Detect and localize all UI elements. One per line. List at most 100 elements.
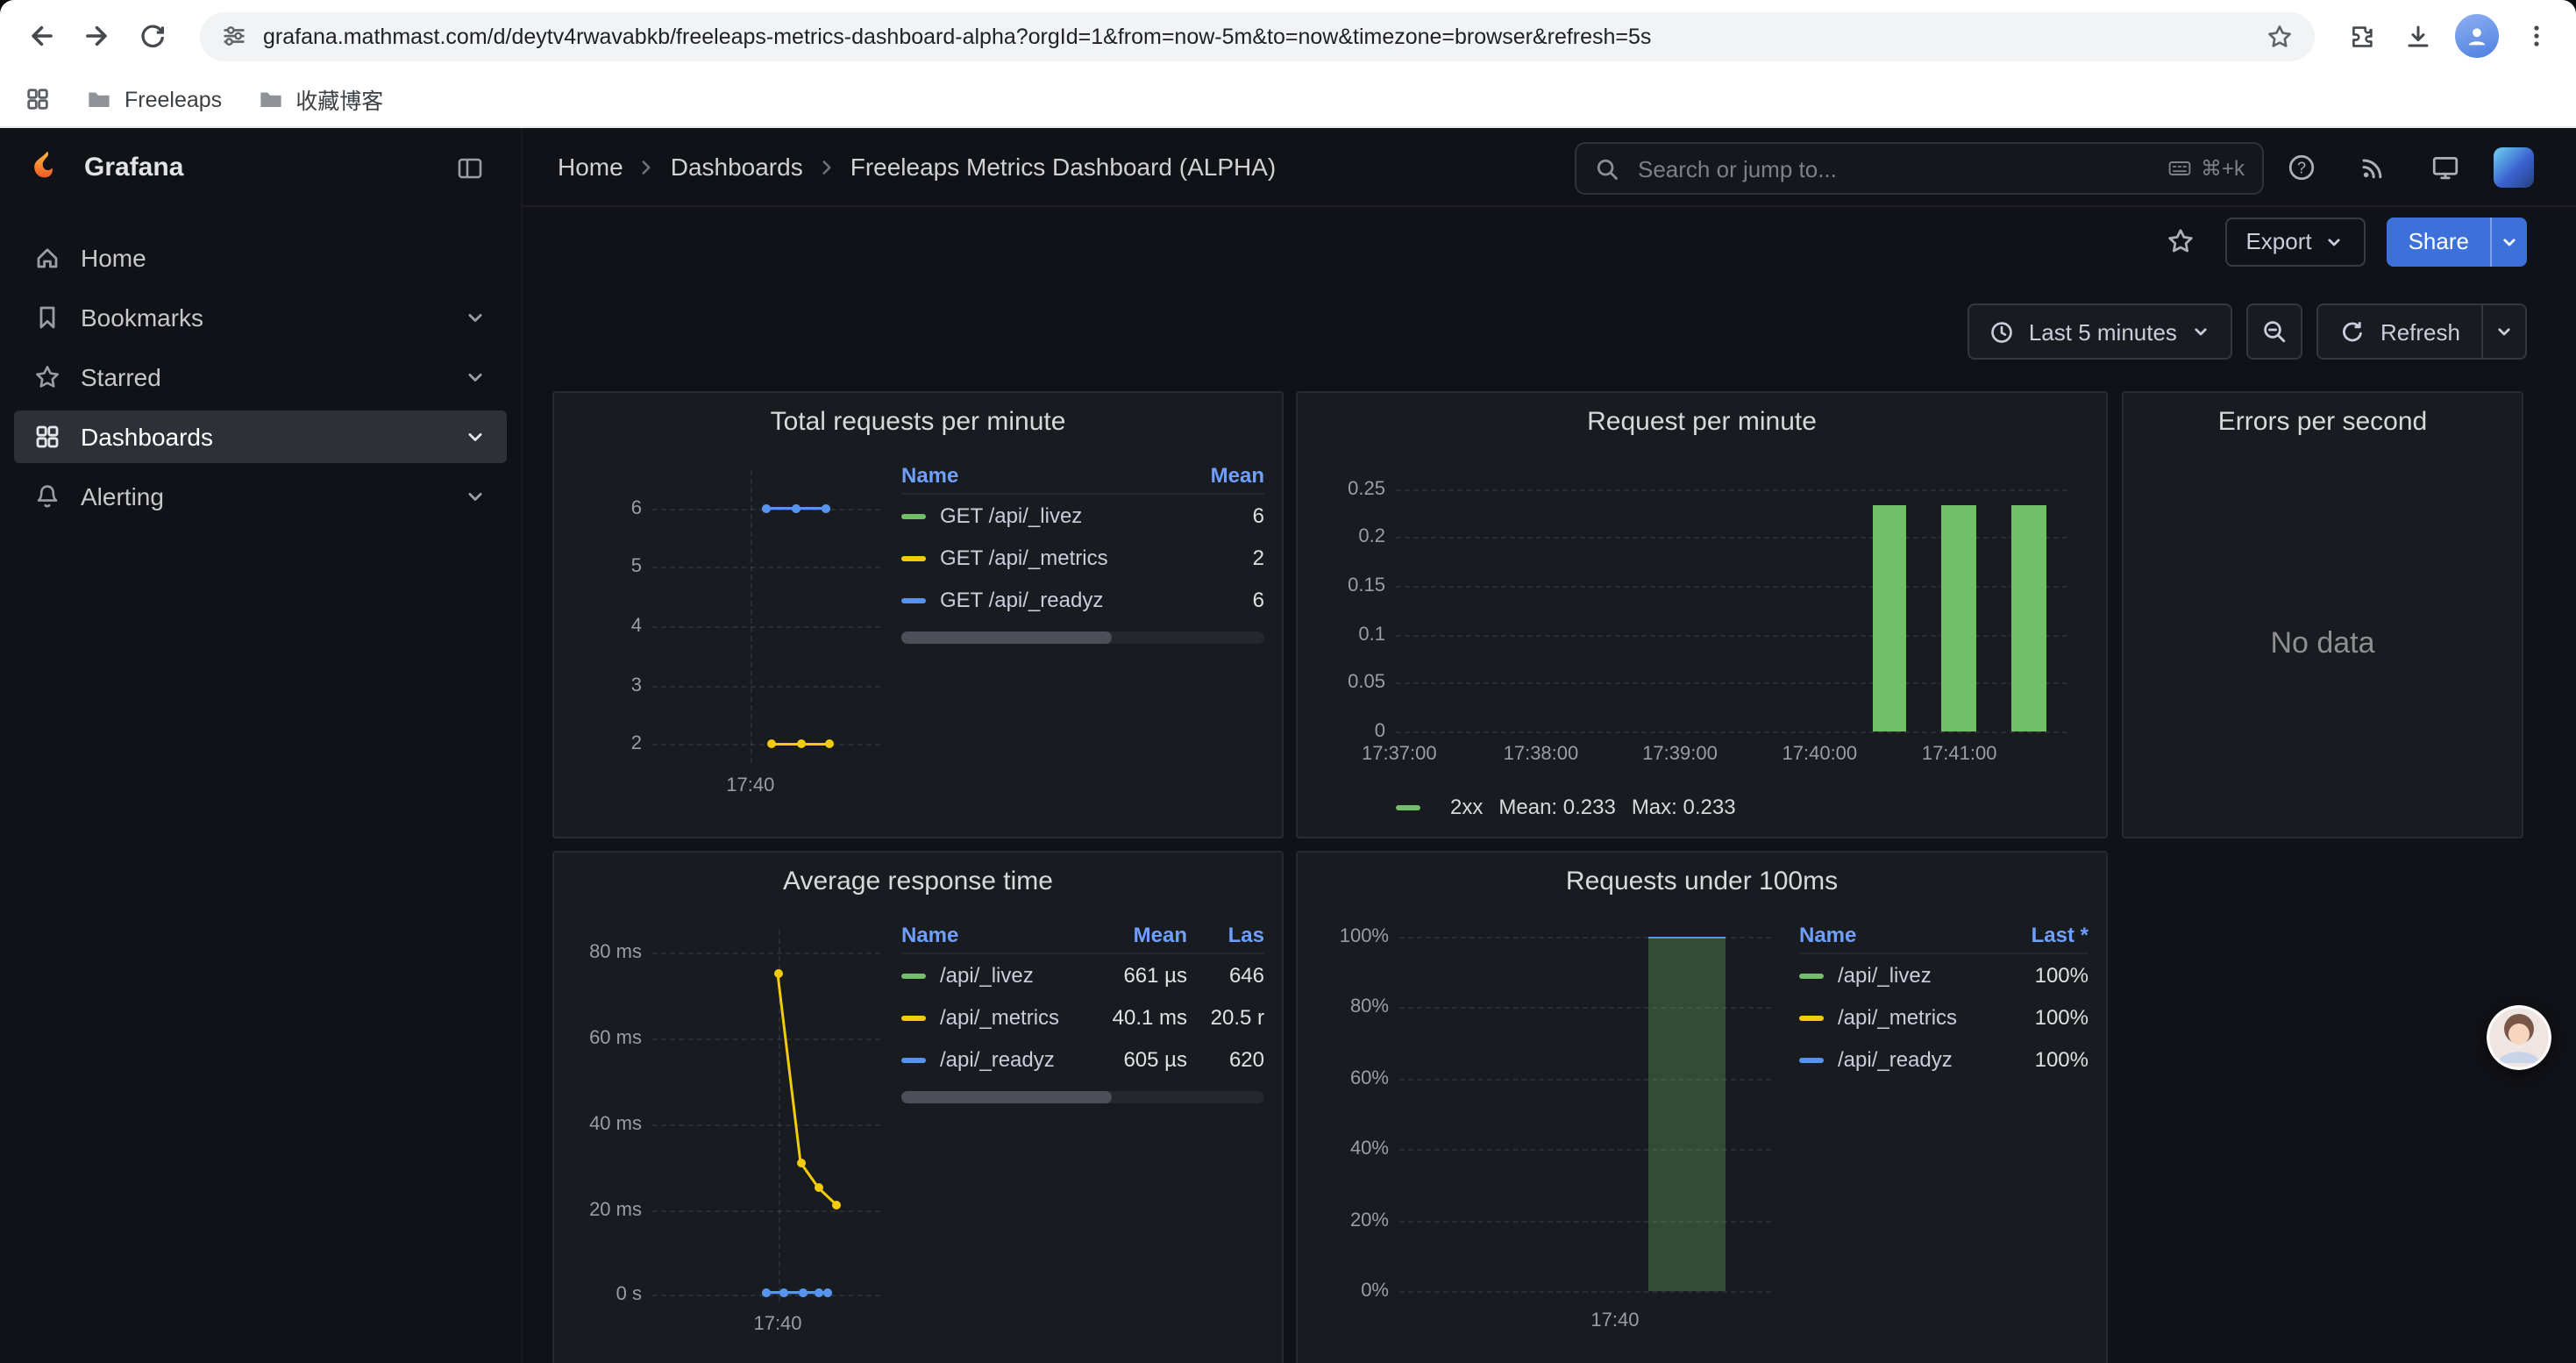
series-color-dash	[1799, 973, 1824, 978]
timeseries-chart[interactable]: 6543217:40	[572, 449, 891, 823]
legend-row[interactable]: GET /api/_readyz 6	[901, 579, 1264, 621]
user-avatar[interactable]	[2494, 147, 2534, 188]
breadcrumb-dashboards[interactable]: Dashboards	[671, 153, 803, 181]
refresh-button[interactable]: Refresh	[2319, 305, 2481, 358]
legend-header-name[interactable]: Name	[901, 462, 1177, 487]
legend-header-name[interactable]: Name	[1799, 922, 1997, 946]
legend-row[interactable]: /api/_readyz 100%	[1799, 1038, 2089, 1081]
y-axis-label: 2	[572, 733, 642, 754]
monitor-icon[interactable]	[2422, 145, 2467, 190]
legend[interactable]: 2xx Mean: 0.233 Max: 0.233	[1396, 795, 1736, 819]
legend-scrollbar[interactable]	[901, 1091, 1264, 1103]
panel-title-bar[interactable]: Total requests per minute	[554, 393, 1282, 449]
legend-row[interactable]: /api/_metrics 100%	[1799, 996, 2089, 1038]
legend-header-last[interactable]: Last *	[1997, 922, 2089, 946]
assistant-avatar[interactable]	[2487, 1005, 2551, 1070]
share-dropdown-icon[interactable]	[2490, 217, 2527, 266]
refresh-interval-dropdown[interactable]	[2481, 305, 2525, 358]
chevron-down-icon	[2324, 231, 2345, 252]
series-color-dash	[901, 1057, 926, 1062]
browser-profile-avatar[interactable]	[2455, 14, 2499, 58]
help-icon[interactable]: ?	[2278, 145, 2323, 190]
legend-row[interactable]: GET /api/_livez 6	[901, 495, 1264, 537]
panel-title-bar[interactable]: Requests under 100ms	[1298, 853, 2106, 909]
zoom-out-button[interactable]	[2247, 303, 2303, 360]
sidebar-item-label: Alerting	[81, 482, 164, 510]
extensions-icon[interactable]	[2336, 10, 2388, 62]
bar	[2011, 505, 2046, 731]
panel-title-bar[interactable]: Errors per second	[2124, 393, 2522, 449]
chevron-down-icon[interactable]	[463, 365, 487, 389]
browser-back-icon[interactable]	[14, 10, 67, 62]
legend-row[interactable]: /api/_metrics 40.1 ms 20.5 r	[901, 996, 1264, 1038]
legend-scrollbar[interactable]	[901, 632, 1264, 644]
panel-title: Errors per second	[2218, 406, 2427, 436]
legend-header-mean[interactable]: Mean	[1177, 462, 1264, 487]
export-button[interactable]: Export	[2224, 217, 2366, 266]
search-input[interactable]	[1634, 153, 2153, 183]
series-line	[652, 470, 880, 763]
legend-header-last[interactable]: Las	[1187, 922, 1264, 946]
search-box[interactable]: ⌘+k	[1575, 142, 2264, 195]
svg-text:?: ?	[2296, 159, 2305, 176]
sidebar-item-alerting[interactable]: Alerting	[14, 470, 507, 523]
legend-row[interactable]: /api/_livez 661 µs 646	[901, 954, 1264, 996]
time-range-picker[interactable]: Last 5 minutes	[1968, 303, 2233, 360]
breadcrumb-current: Freeleaps Metrics Dashboard (ALPHA)	[850, 153, 1277, 181]
scrollbar-thumb[interactable]	[901, 1091, 1112, 1103]
sidebar-item-starred[interactable]: Starred	[14, 351, 507, 403]
panel-title-bar[interactable]: Average response time	[554, 853, 1282, 909]
breadcrumb: Home Dashboards Freeleaps Metrics Dashbo…	[558, 153, 1276, 181]
bookmark-star-icon[interactable]	[2266, 22, 2294, 50]
legend-row[interactable]: /api/_livez 100%	[1799, 954, 2089, 996]
refresh-icon	[2340, 318, 2366, 345]
sidebar-collapse-icon[interactable]	[447, 145, 493, 190]
apps-grid-icon[interactable]	[25, 86, 51, 112]
panel-title-bar[interactable]: Request per minute	[1298, 393, 2106, 449]
data-point	[780, 1288, 789, 1297]
bookmark-folder-freeleaps[interactable]: Freeleaps	[86, 86, 222, 112]
bar-chart[interactable]: 0.250.20.150.10.05017:37:0017:38:0017:39…	[1315, 449, 2089, 823]
legend-table: Name Last * /api/_livez 100% /api/_metri…	[1799, 909, 2089, 1361]
sidebar-item-bookmarks[interactable]: Bookmarks	[14, 291, 507, 344]
y-axis-label: 100%	[1319, 925, 1389, 946]
address-bar[interactable]: grafana.mathmast.com/d/deytv4rwavabkb/fr…	[200, 11, 2315, 61]
chevron-down-icon[interactable]	[463, 484, 487, 509]
browser-reload-icon[interactable]	[126, 10, 179, 62]
legend-row[interactable]: GET /api/_metrics 2	[901, 537, 1264, 579]
chevron-down-icon[interactable]	[463, 305, 487, 330]
leg-header-name[interactable]: Name	[901, 922, 1089, 946]
dashboard-actions: Export Share	[523, 207, 2576, 275]
site-settings-icon[interactable]	[221, 23, 247, 49]
grafana-logo[interactable]	[28, 148, 67, 187]
chevron-down-icon[interactable]	[463, 425, 487, 449]
scrollbar-thumb[interactable]	[901, 632, 1112, 644]
breadcrumb-home[interactable]: Home	[558, 153, 623, 181]
bar-chart[interactable]: 100%80%60%40%20%0%17:40	[1315, 909, 1789, 1361]
sidebar-header: Grafana	[0, 128, 521, 207]
sidebar-item-dashboards[interactable]: Dashboards	[14, 410, 507, 463]
url-text[interactable]: grafana.mathmast.com/d/deytv4rwavabkb/fr…	[263, 24, 2250, 48]
share-split-button: Share	[2387, 217, 2527, 266]
browser-forward-icon[interactable]	[70, 10, 123, 62]
browser-menu-icon[interactable]	[2509, 10, 2562, 62]
share-button[interactable]: Share	[2387, 217, 2490, 266]
downloads-icon[interactable]	[2392, 10, 2444, 62]
panel-title: Average response time	[783, 866, 1053, 896]
y-axis-label: 5	[572, 557, 642, 578]
x-axis-label: 17:40	[1590, 1310, 1639, 1331]
data-point	[822, 504, 830, 513]
sidebar-item-home[interactable]: Home	[14, 232, 507, 284]
favorite-star-icon[interactable]	[2158, 218, 2203, 264]
folder-icon	[86, 86, 112, 112]
legend-header-mean[interactable]: Mean	[1089, 922, 1187, 946]
news-rss-icon[interactable]	[2350, 145, 2395, 190]
timeseries-chart[interactable]: 80 ms60 ms40 ms20 ms0 s17:40	[572, 909, 891, 1361]
bookmark-folder-blogs[interactable]: 收藏博客	[257, 82, 383, 116]
legend-row[interactable]: /api/_readyz 605 µs 620	[901, 1038, 1264, 1081]
y-axis-label: 0.05	[1315, 673, 1385, 694]
no-data-message: No data	[2124, 449, 2522, 837]
bar	[1872, 505, 1907, 731]
y-axis-label: 40%	[1319, 1138, 1389, 1160]
y-axis-label: 80%	[1319, 996, 1389, 1017]
